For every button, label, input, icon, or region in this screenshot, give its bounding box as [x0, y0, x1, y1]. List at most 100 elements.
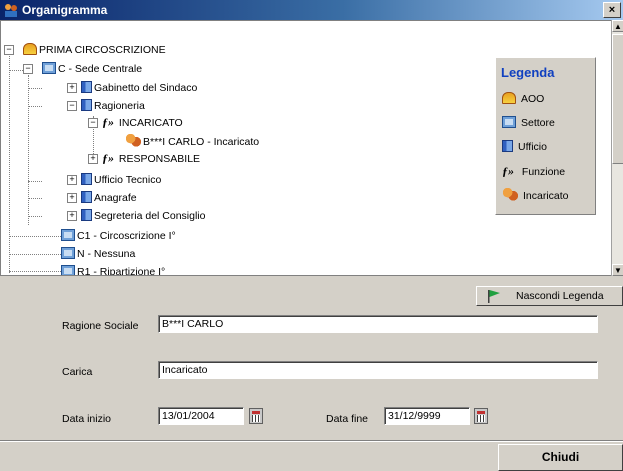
footer-separator	[0, 440, 623, 442]
funzione-icon: ƒ»	[102, 115, 114, 129]
tree-node-incaricato-function[interactable]: ƒ» INCARICATO	[102, 115, 183, 130]
tree-node-incaricato-person[interactable]: B***I CARLO - Incaricato	[125, 134, 260, 148]
ufficio-icon	[81, 99, 92, 111]
collapse-toggle[interactable]: −	[67, 101, 77, 111]
legend-label: Ufficio	[518, 141, 547, 153]
expand-toggle[interactable]: +	[88, 154, 98, 164]
tree-node-label: Ufficio Tecnico	[94, 174, 162, 186]
tree-connector	[9, 70, 23, 71]
tree-node-label: Gabinetto del Sindaco	[94, 82, 198, 94]
legend-label: Funzione	[521, 166, 566, 178]
collapse-toggle[interactable]: −	[4, 45, 14, 55]
tree-node-label: B***I CARLO - Incaricato	[143, 136, 260, 148]
ragione-sociale-field[interactable]: B***I CARLO	[158, 315, 598, 333]
ufficio-icon	[81, 209, 92, 221]
tree-connector	[9, 236, 61, 237]
ufficio-icon	[502, 140, 513, 152]
data-inizio-field[interactable]: 13/01/2004	[158, 407, 244, 425]
incaricato-icon	[125, 134, 141, 147]
tree-node-label: C1 - Circoscrizione I°	[77, 230, 176, 242]
expand-toggle[interactable]: +	[67, 83, 77, 93]
collapse-toggle[interactable]: −	[23, 64, 33, 74]
tree-node-anagrafe[interactable]: Anagrafe	[81, 191, 137, 204]
settore-icon	[42, 62, 56, 74]
carica-label: Carica	[62, 366, 93, 378]
legend-label: AOO	[521, 93, 545, 105]
carica-field[interactable]: Incaricato	[158, 361, 598, 379]
settore-icon	[61, 265, 75, 275]
tree-node-label: Ragioneria	[94, 100, 145, 112]
tree-connector	[28, 88, 42, 89]
tree-connector	[28, 216, 42, 217]
tree-node-label: Anagrafe	[94, 192, 137, 204]
tree-node-label: C - Sede Centrale	[58, 63, 143, 75]
calendar-icon[interactable]	[474, 408, 488, 424]
window-title: Organigramma	[22, 3, 108, 17]
tree-node-gabinetto[interactable]: Gabinetto del Sindaco	[81, 81, 197, 94]
ufficio-icon	[81, 191, 92, 203]
legend-label: Incaricato	[523, 190, 569, 202]
expand-toggle[interactable]: +	[67, 175, 77, 185]
legend-title: Legenda	[501, 65, 555, 80]
tree-node-segreteria[interactable]: Segreteria del Consiglio	[81, 209, 205, 222]
tree-node-r1[interactable]: R1 - Ripartizione I°	[61, 265, 166, 276]
ragione-sociale-label: Ragione Sociale	[62, 320, 139, 332]
title-bar: Organigramma ×	[0, 0, 623, 20]
expand-toggle[interactable]: +	[67, 193, 77, 203]
tree-node-root[interactable]: PRIMA CIRCOSCRIZIONE	[23, 43, 166, 56]
tree-node-sede-centrale[interactable]: C - Sede Centrale	[42, 62, 142, 75]
organigramma-icon	[5, 4, 17, 17]
data-fine-field[interactable]: 31/12/9999	[384, 407, 470, 425]
tree-node-label: N - Nessuna	[77, 248, 136, 260]
data-inizio-label: Data inizio	[62, 413, 112, 425]
tree-connector	[9, 49, 10, 273]
scroll-thumb[interactable]	[612, 34, 623, 164]
legend-item-settore: Settore	[502, 116, 555, 129]
legend-item-ufficio: Ufficio	[502, 140, 547, 153]
tree-node-label: RESPONSABILE	[118, 153, 201, 165]
tree-node-label: R1 - Ripartizione I°	[77, 266, 166, 276]
collapse-toggle[interactable]: −	[88, 118, 98, 128]
tree-node-responsabile-function[interactable]: ƒ» RESPONSABILE	[102, 151, 201, 166]
tree-node-label: PRIMA CIRCOSCRIZIONE	[39, 44, 166, 56]
legend-item-incaricato: Incaricato	[502, 188, 569, 202]
incaricato-icon	[502, 188, 518, 201]
settore-icon	[502, 116, 516, 128]
flag-icon	[488, 290, 500, 303]
aoo-icon	[23, 43, 37, 55]
tree-connector	[28, 106, 42, 107]
tree-connector	[28, 181, 42, 182]
window-close-button[interactable]: ×	[603, 2, 621, 18]
tree-node-ufficio-tecnico[interactable]: Ufficio Tecnico	[81, 173, 161, 186]
aoo-icon	[502, 92, 516, 104]
funzione-icon: ƒ»	[502, 164, 514, 178]
expand-toggle[interactable]: +	[67, 211, 77, 221]
data-fine-label: Data fine	[326, 413, 369, 425]
legend-item-funzione: ƒ» Funzione	[502, 164, 565, 179]
ufficio-icon	[81, 81, 92, 93]
toggle-legend-label: Nascondi Legenda	[516, 290, 604, 302]
tree-connector	[9, 254, 61, 255]
scroll-up-button[interactable]: ▲	[612, 20, 623, 32]
settore-icon	[61, 247, 75, 259]
legend-label: Settore	[521, 117, 555, 129]
tree-node-label: Segreteria del Consiglio	[94, 210, 206, 222]
tree-node-n[interactable]: N - Nessuna	[61, 247, 135, 260]
legend-panel: Legenda AOO Settore Ufficio ƒ» Funzione …	[495, 57, 596, 215]
tree-node-ragioneria[interactable]: Ragioneria	[81, 99, 145, 112]
tree-node-c1[interactable]: C1 - Circoscrizione I°	[61, 229, 176, 242]
toggle-legend-button[interactable]: Nascondi Legenda	[476, 286, 623, 306]
calendar-icon[interactable]	[249, 408, 263, 424]
funzione-icon: ƒ»	[102, 151, 114, 165]
legend-item-aoo: AOO	[502, 92, 544, 105]
settore-icon	[61, 229, 75, 241]
tree-connector	[28, 75, 29, 225]
tree-node-label: INCARICATO	[118, 117, 183, 129]
ufficio-icon	[81, 173, 92, 185]
close-button[interactable]: Chiudi	[498, 444, 623, 471]
tree-connector	[28, 198, 42, 199]
tree-connector	[9, 271, 61, 272]
scroll-down-button[interactable]: ▼	[612, 264, 623, 276]
tree-scrollbar[interactable]: ▲ ▼	[611, 20, 623, 276]
detail-panel: Nascondi Legenda Ragione Sociale B***I C…	[0, 276, 623, 471]
